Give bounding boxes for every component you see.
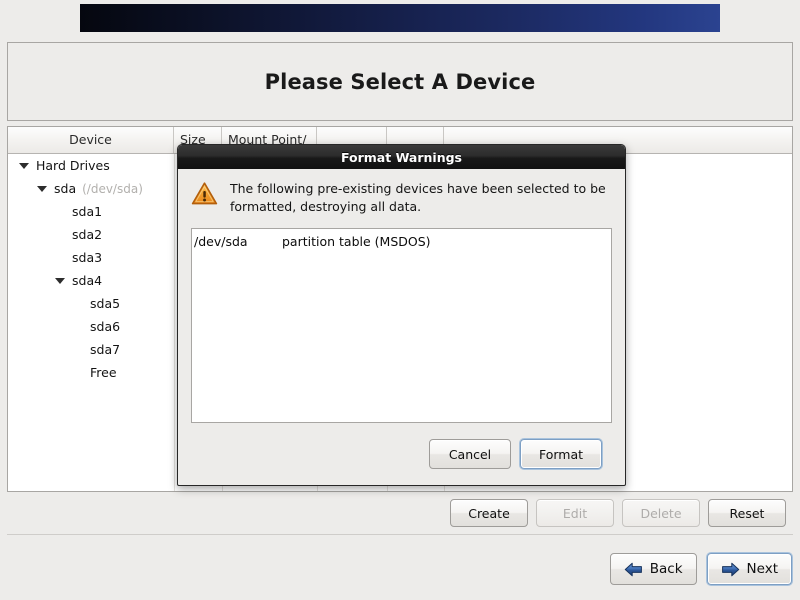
expander-triangle-icon[interactable] [18,159,31,172]
list-item-device: /dev/sda [194,233,282,251]
dialog-titlebar: Format Warnings [178,145,625,169]
create-button[interactable]: Create [450,499,528,527]
tree-item-label: sda2 [72,227,102,242]
expander-placeholder-icon [54,251,67,264]
expander-triangle-icon[interactable] [54,274,67,287]
next-button-label: Next [747,561,778,577]
dialog-message: The following pre-existing devices have … [230,180,612,216]
list-item-description: partition table (MSDOS) [282,233,431,251]
tree-item-label: sda [54,181,76,196]
column-divider [174,154,175,492]
edit-button: Edit [536,499,614,527]
back-button-label: Back [650,561,683,577]
format-button[interactable]: Format [520,439,602,469]
partition-action-toolbar: Create Edit Delete Reset [0,498,793,528]
affected-devices-list[interactable]: /dev/sda partition table (MSDOS) [191,228,612,424]
wizard-navigation: Back Next [610,553,792,585]
expander-placeholder-icon [72,343,85,356]
arrow-left-icon [624,562,643,577]
tree-item-label: sda4 [72,273,102,288]
expander-triangle-icon[interactable] [36,182,49,195]
dialog-button-row: Cancel Format [191,423,612,485]
delete-button: Delete [622,499,700,527]
tree-item-label: sda5 [90,296,120,311]
column-header-device[interactable]: Device [8,127,174,153]
tree-item-label: sda3 [72,250,102,265]
reset-button[interactable]: Reset [708,499,786,527]
next-button[interactable]: Next [707,553,792,585]
bottom-divider [7,534,793,535]
expander-placeholder-icon [72,297,85,310]
dialog-body: The following pre-existing devices have … [178,169,625,485]
expander-placeholder-icon [72,320,85,333]
cancel-button[interactable]: Cancel [429,439,511,469]
back-button[interactable]: Back [610,553,697,585]
expander-placeholder-icon [54,228,67,241]
tree-item-label: sda7 [90,342,120,357]
dialog-title: Format Warnings [341,150,462,165]
tree-item-label: Free [90,365,117,380]
title-panel: Please Select A Device [7,42,793,121]
arrow-right-icon [721,562,740,577]
tree-item-label: sda6 [90,319,120,334]
expander-placeholder-icon [54,205,67,218]
format-warnings-dialog: Format Warnings [177,144,626,486]
tree-item-sublabel: (/dev/sda) [82,182,143,196]
tree-item-label: Hard Drives [36,158,110,173]
warning-triangle-icon [191,181,218,209]
expander-placeholder-icon [72,366,85,379]
dialog-message-row: The following pre-existing devices have … [191,180,612,216]
tree-item-label: sda1 [72,204,102,219]
list-item[interactable]: /dev/sda partition table (MSDOS) [194,233,611,251]
installer-banner [80,4,720,32]
page-title: Please Select A Device [265,70,536,94]
